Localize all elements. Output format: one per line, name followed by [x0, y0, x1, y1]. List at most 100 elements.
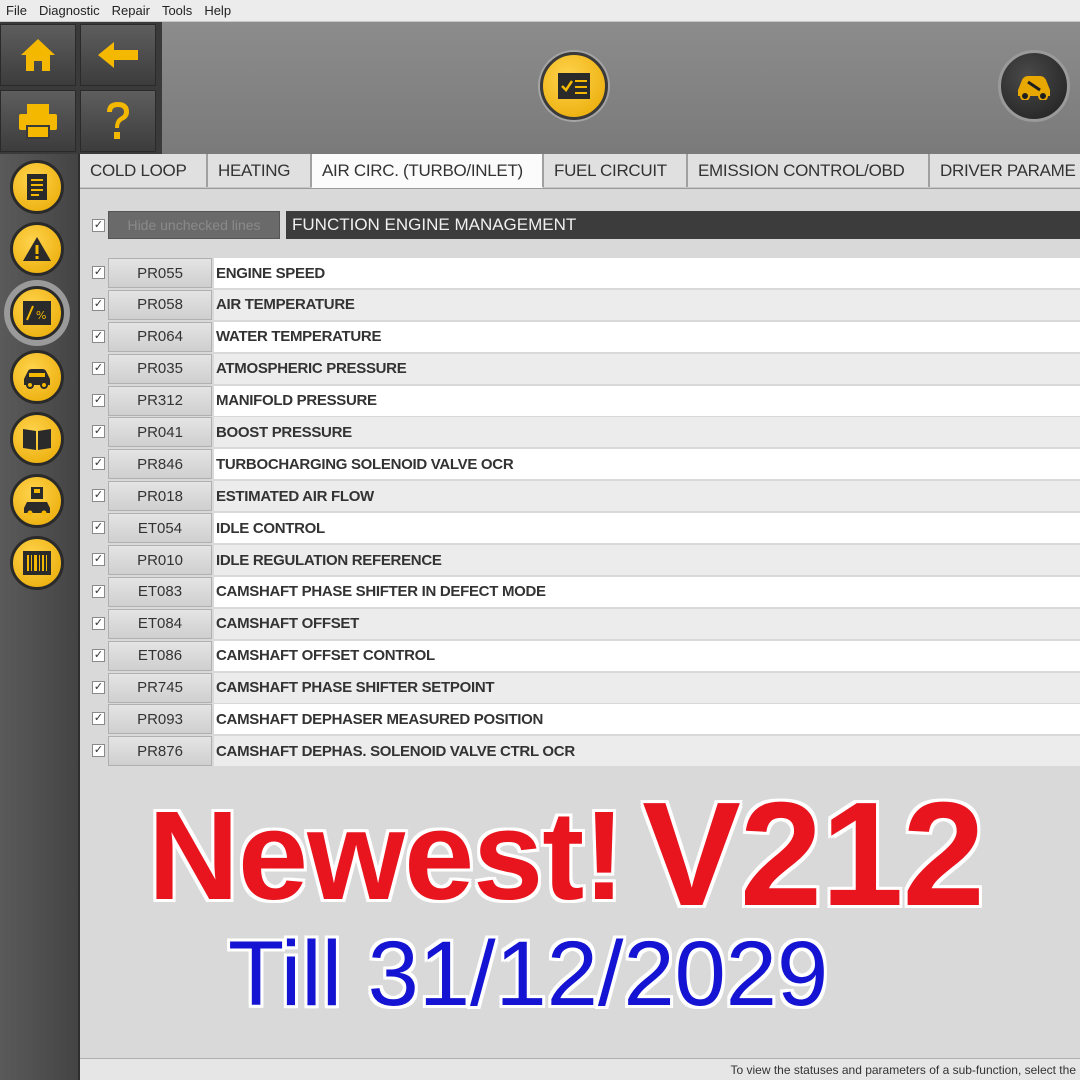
parameter-code-button[interactable]: ET084 — [108, 608, 212, 639]
parameter-label: BOOST PRESSURE — [214, 417, 1080, 448]
home-button[interactable] — [0, 24, 76, 86]
hide-unchecked-button[interactable]: Hide unchecked lines — [108, 211, 280, 239]
parameter-code-button[interactable]: PR745 — [108, 672, 212, 703]
document-icon — [27, 174, 47, 200]
table-row: ✓ PR093 CAMSHAFT DEPHASER MEASURED POSITIO… — [80, 703, 1080, 735]
row-checkbox[interactable]: ✓ — [92, 521, 105, 535]
parameter-code-button[interactable]: PR058 — [108, 289, 212, 320]
menu-file[interactable]: File — [6, 3, 27, 18]
menu-diagnostic[interactable]: Diagnostic — [39, 3, 100, 18]
parameter-code-button[interactable]: ET086 — [108, 640, 212, 671]
parameter-label: WATER TEMPERATURE — [214, 321, 1080, 352]
row-checkbox[interactable]: ✓ — [92, 712, 105, 726]
car-wrench-icon — [1018, 76, 1050, 100]
row-checkbox[interactable]: ✓ — [92, 297, 105, 311]
tab-driver-parameters[interactable]: DRIVER PARAME — [930, 154, 1080, 187]
table-row: ✓ PR041 BOOST PRESSURE — [80, 416, 1080, 448]
menu-repair[interactable]: Repair — [112, 3, 150, 18]
parameter-code-button[interactable]: PR041 — [108, 417, 212, 448]
table-row: ✓ PR846 TURBOCHARGING SOLENOID VALVE OCR — [80, 448, 1080, 480]
row-checkbox[interactable]: ✓ — [92, 553, 105, 567]
sidebar-item-car-settings[interactable] — [8, 348, 66, 406]
table-row: ✓ PR064 WATER TEMPERATURE — [80, 321, 1080, 353]
parameter-code-button[interactable]: PR055 — [108, 258, 212, 288]
row-checkbox[interactable]: ✓ — [92, 393, 105, 407]
parameter-code-button[interactable]: PR064 — [108, 321, 212, 352]
help-button[interactable] — [80, 90, 156, 152]
parameter-code-button[interactable]: ET054 — [108, 513, 212, 544]
parameter-label: IDLE REGULATION REFERENCE — [214, 545, 1080, 576]
promo-headline: Newest! V212 — [148, 770, 985, 940]
table-row: ✓ PR312 MANIFOLD PRESSURE — [80, 385, 1080, 417]
table-row: ✓ ET084 CAMSHAFT OFFSET — [80, 608, 1080, 640]
warning-icon — [23, 237, 51, 261]
sidebar: % — [0, 154, 80, 1080]
row-checkbox[interactable]: ✓ — [92, 361, 105, 375]
parameter-code-button[interactable]: PR018 — [108, 481, 212, 512]
parameter-code-button[interactable]: PR010 — [108, 545, 212, 576]
parameter-code-button[interactable]: PR312 — [108, 385, 212, 416]
row-checkbox[interactable]: ✓ — [92, 457, 105, 471]
parameter-label: ATMOSPHERIC PRESSURE — [214, 353, 1080, 384]
menu-bar: File Diagnostic Repair Tools Help — [0, 0, 1080, 22]
tab-air-circ[interactable]: AIR CIRC. (TURBO/INLET) — [312, 154, 544, 188]
checklist-icon — [558, 73, 590, 99]
tab-bar: COLD LOOP HEATING AIR CIRC. (TURBO/INLET… — [80, 154, 1080, 189]
print-button[interactable] — [0, 90, 76, 152]
vehicle-button[interactable] — [998, 50, 1070, 122]
parameter-label: ESTIMATED AIR FLOW — [214, 481, 1080, 512]
parameter-label: MANIFOLD PRESSURE — [214, 385, 1080, 416]
table-row: ✓ PR055 ENGINE SPEED — [80, 257, 1080, 289]
sidebar-item-document[interactable] — [8, 158, 66, 216]
parameter-label: ENGINE SPEED — [214, 258, 1080, 288]
barcode-icon — [23, 551, 51, 575]
sidebar-item-parameters[interactable]: % — [4, 280, 70, 346]
parameter-code-button[interactable]: ET083 — [108, 576, 212, 607]
back-button[interactable] — [80, 24, 156, 86]
filter-row: ✓ Hide unchecked lines FUNCTION ENGINE M… — [80, 208, 1080, 242]
sidebar-item-car-disk[interactable] — [8, 472, 66, 530]
toolbar — [162, 22, 1080, 156]
parameter-code-button[interactable]: PR846 — [108, 449, 212, 480]
row-checkbox[interactable]: ✓ — [92, 648, 105, 662]
parameter-label: AIR TEMPERATURE — [214, 289, 1080, 320]
row-checkbox[interactable]: ✓ — [92, 489, 105, 503]
parameter-code-button[interactable]: PR093 — [108, 704, 212, 735]
table-row: ✓ PR010 IDLE REGULATION REFERENCE — [80, 544, 1080, 576]
parameter-code-button[interactable]: PR035 — [108, 353, 212, 384]
sidebar-item-barcode[interactable] — [8, 534, 66, 592]
hide-unchecked-checkbox[interactable]: ✓ — [92, 219, 105, 232]
parameter-label: CAMSHAFT PHASE SHIFTER IN DEFECT MODE — [214, 576, 1080, 607]
row-checkbox[interactable]: ✓ — [92, 266, 105, 279]
parameter-label: TURBOCHARGING SOLENOID VALVE OCR — [214, 449, 1080, 480]
car-settings-icon — [24, 369, 50, 389]
checklist-button[interactable] — [540, 52, 608, 120]
row-checkbox[interactable]: ✓ — [92, 425, 105, 439]
home-icon — [21, 39, 55, 71]
sidebar-item-manual[interactable] — [8, 410, 66, 468]
tab-fuel-circuit[interactable]: FUEL CIRCUIT — [544, 154, 688, 187]
table-row: ✓ PR876 CAMSHAFT DEPHAS. SOLENOID VALVE CT… — [80, 735, 1080, 767]
parameter-label: CAMSHAFT DEPHAS. SOLENOID VALVE CTRL OCR — [214, 736, 1080, 767]
manual-book-icon — [23, 429, 51, 450]
row-checkbox[interactable]: ✓ — [92, 616, 105, 630]
parameter-percent-icon: % — [23, 301, 51, 325]
function-header: FUNCTION ENGINE MANAGEMENT — [286, 211, 1080, 239]
row-checkbox[interactable]: ✓ — [92, 329, 105, 343]
tab-cold-loop[interactable]: COLD LOOP — [80, 154, 208, 187]
parameter-label: IDLE CONTROL — [214, 513, 1080, 544]
table-row: ✓ ET086 CAMSHAFT OFFSET CONTROL — [80, 640, 1080, 672]
row-checkbox[interactable]: ✓ — [92, 680, 105, 694]
sidebar-item-warning[interactable] — [8, 220, 66, 278]
arrow-left-icon — [98, 42, 138, 68]
row-checkbox[interactable]: ✓ — [92, 584, 105, 598]
row-checkbox[interactable]: ✓ — [92, 744, 105, 758]
printer-icon — [19, 104, 57, 139]
tab-heating[interactable]: HEATING — [208, 154, 312, 187]
table-row: ✓ PR035 ATMOSPHERIC PRESSURE — [80, 353, 1080, 385]
menu-tools[interactable]: Tools — [162, 3, 192, 18]
tab-emission-control[interactable]: EMISSION CONTROL/OBD — [688, 154, 930, 187]
table-row: ✓ PR745 CAMSHAFT PHASE SHIFTER SETPOINT — [80, 672, 1080, 704]
parameter-code-button[interactable]: PR876 — [108, 736, 212, 767]
menu-help[interactable]: Help — [204, 3, 231, 18]
